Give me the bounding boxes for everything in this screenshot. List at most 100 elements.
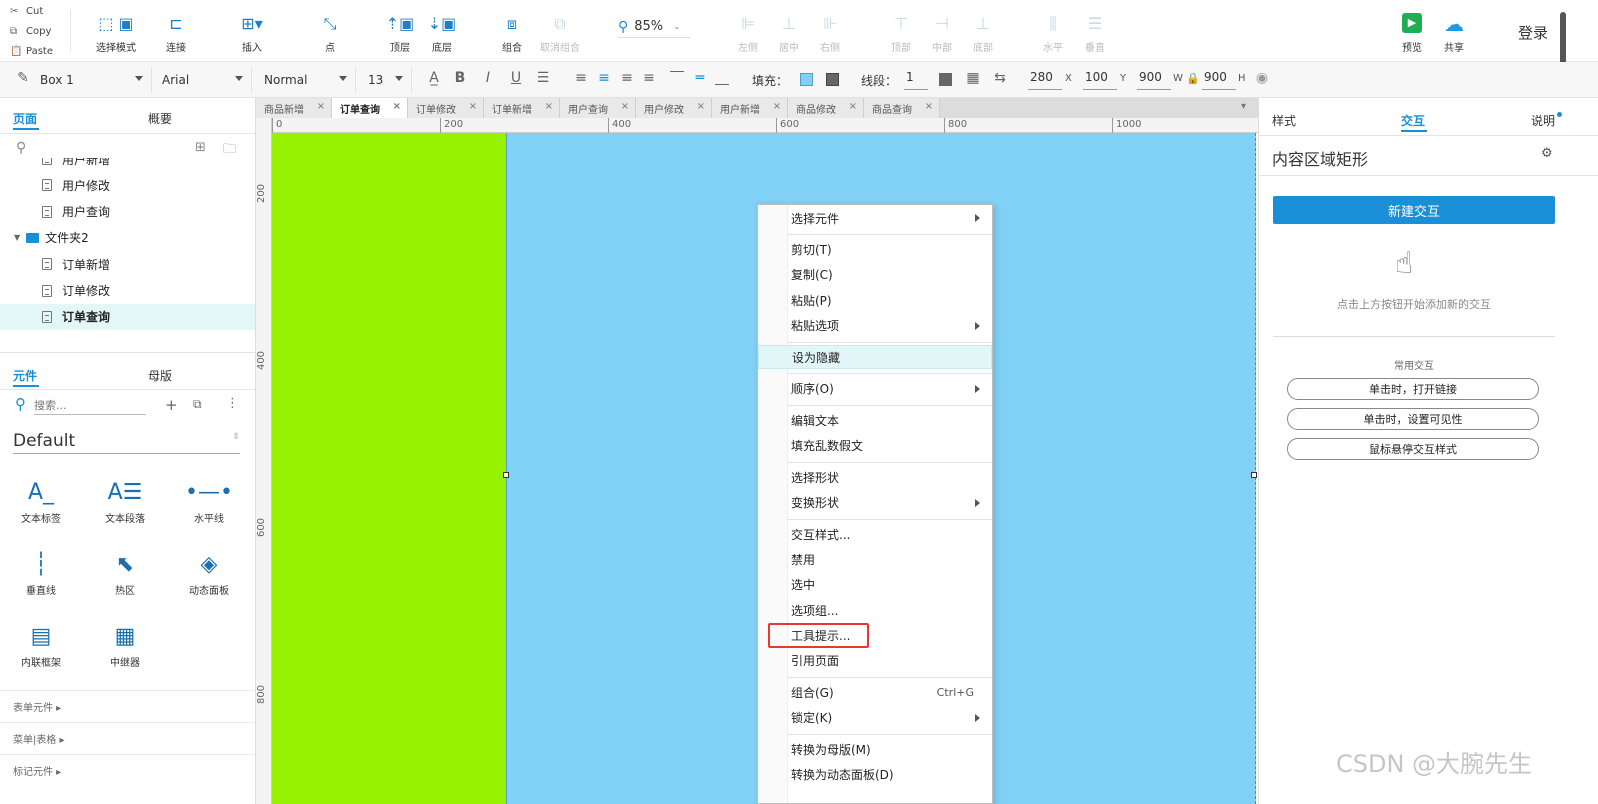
close-icon[interactable]: × bbox=[697, 101, 705, 112]
tab-pages[interactable]: 页面 bbox=[13, 110, 37, 127]
bold-icon[interactable]: B bbox=[451, 70, 469, 86]
width-input[interactable]: 900 bbox=[1137, 70, 1171, 90]
arrow-style-icon[interactable]: ⇆ bbox=[991, 70, 1009, 86]
widget-item[interactable]: A☰ 文本段落 bbox=[90, 476, 160, 536]
search-icon[interactable]: ⚲ bbox=[16, 140, 26, 156]
line-pattern-icon[interactable]: ▦ bbox=[964, 70, 982, 86]
valign-middle-icon[interactable]: ═ bbox=[691, 70, 709, 86]
insert-button[interactable]: ⊞▾ 插入 bbox=[224, 4, 280, 60]
copy-button[interactable]: ⧉ Copy bbox=[0, 21, 70, 41]
cut-button[interactable]: ✂ Cut bbox=[0, 1, 70, 21]
document-tab[interactable]: 商品查询 × bbox=[864, 98, 940, 118]
tab-widgets[interactable]: 元件 bbox=[13, 367, 37, 384]
font-size-select[interactable]: 13 bbox=[362, 68, 412, 92]
bullet-list-icon[interactable]: ☰ bbox=[534, 70, 552, 86]
fill-color-swatch[interactable] bbox=[800, 73, 813, 86]
font-family-select[interactable]: Arial bbox=[156, 68, 252, 92]
widget-item[interactable]: ⬉ 热区 bbox=[90, 548, 160, 608]
widget-name-field[interactable]: Box 1 bbox=[34, 68, 152, 92]
add-library-icon[interactable]: + bbox=[165, 396, 178, 414]
tab-outline[interactable]: 概要 bbox=[148, 110, 172, 127]
context-menu-item[interactable]: 编辑文本 bbox=[758, 408, 992, 432]
document-tab[interactable]: 商品新增 × bbox=[256, 98, 332, 118]
context-menu-item[interactable]: 交互样式... bbox=[758, 522, 992, 546]
align-text-left-icon[interactable]: ≡ bbox=[572, 70, 590, 86]
lock-icon[interactable]: 🔒 bbox=[1186, 72, 1200, 85]
valign-top-icon[interactable]: ⎺ bbox=[668, 70, 686, 86]
widget-item[interactable]: •—• 水平线 bbox=[174, 476, 244, 536]
share-button[interactable]: ☁ 共享 bbox=[1426, 4, 1482, 60]
close-icon[interactable]: × bbox=[545, 101, 553, 112]
common-interaction-button[interactable]: 单击时，打开链接 bbox=[1287, 378, 1539, 400]
align-right-button[interactable]: ⊪ 右侧 bbox=[802, 4, 858, 60]
justify-text-icon[interactable]: ≡ bbox=[640, 70, 658, 86]
line-color-swatch[interactable] bbox=[939, 73, 952, 86]
document-tab[interactable]: 订单新增 × bbox=[484, 98, 560, 118]
shadow-swatch[interactable] bbox=[826, 73, 839, 86]
more-options-icon[interactable]: ⋮ bbox=[226, 396, 239, 411]
close-icon[interactable]: × bbox=[925, 101, 933, 112]
document-tab[interactable]: 用户修改 × bbox=[636, 98, 712, 118]
close-icon[interactable]: × bbox=[317, 101, 325, 112]
line-width-input[interactable]: 1 bbox=[904, 70, 928, 90]
context-menu-item[interactable]: 转换为动态面板(D) bbox=[758, 762, 992, 786]
zoom-select[interactable]: ⚲ 85% ⌄ bbox=[618, 16, 690, 38]
tabs-overflow-icon[interactable]: ▾ bbox=[1241, 101, 1246, 112]
add-page-icon[interactable]: ⊞ bbox=[195, 140, 206, 155]
library-select[interactable]: Default ⇳ bbox=[13, 428, 240, 454]
context-menu-item[interactable]: 填充乱数假文 bbox=[758, 434, 992, 458]
align-text-right-icon[interactable]: ≡ bbox=[618, 70, 636, 86]
settings-sliders-icon[interactable]: ⚙ bbox=[1541, 146, 1553, 161]
document-tab[interactable]: 商品修改 × bbox=[788, 98, 864, 118]
resize-handle[interactable] bbox=[1251, 472, 1257, 478]
context-menu-item[interactable]: 选项组... bbox=[758, 598, 992, 622]
ungroup-button[interactable]: ⧉ 取消组合 bbox=[532, 4, 588, 60]
green-sidebar-rectangle[interactable] bbox=[272, 133, 506, 804]
tree-item[interactable]: 用户新增 bbox=[0, 158, 255, 172]
close-icon[interactable]: × bbox=[393, 101, 401, 112]
widget-item[interactable]: ▤ 内联框架 bbox=[6, 620, 76, 680]
tree-item[interactable]: 订单修改 bbox=[0, 278, 255, 304]
y-input[interactable]: 100 bbox=[1083, 70, 1117, 90]
document-tab[interactable]: 用户查询 × bbox=[560, 98, 636, 118]
login-link[interactable]: 登录 bbox=[1518, 22, 1548, 43]
context-menu-item[interactable]: 粘贴选项 bbox=[758, 314, 992, 338]
context-menu-item[interactable]: 转换为母版(M) bbox=[758, 737, 992, 761]
tree-item[interactable]: 订单查询 bbox=[0, 303, 255, 330]
document-tab[interactable]: 用户新增 × bbox=[712, 98, 788, 118]
align-bottom-button[interactable]: ⊥ 底部 bbox=[955, 4, 1011, 60]
context-menu-item[interactable]: 引用页面 bbox=[758, 649, 992, 673]
tab-notes[interactable]: 说明 bbox=[1531, 112, 1555, 129]
tree-item[interactable]: ▼ 文件夹2 bbox=[0, 225, 255, 251]
height-input[interactable]: 900 bbox=[1202, 70, 1236, 90]
align-text-center-icon[interactable]: ≡ bbox=[595, 70, 613, 86]
tab-style[interactable]: 样式 bbox=[1272, 112, 1296, 129]
connect-button[interactable]: ⊏ 连接 bbox=[148, 4, 204, 60]
element-name[interactable]: 内容区域矩形 bbox=[1272, 146, 1368, 170]
resize-handle[interactable] bbox=[503, 472, 509, 478]
font-color-icon[interactable]: A̲ bbox=[425, 70, 443, 86]
library-section[interactable]: 表单元件 ▸ bbox=[0, 690, 255, 722]
context-menu-item[interactable]: 剪切(T) bbox=[758, 238, 992, 262]
tree-item[interactable]: 订单新增 bbox=[0, 251, 255, 277]
valign-bottom-icon[interactable]: ⎽ bbox=[713, 70, 731, 86]
widget-item[interactable]: ┆ 垂直线 bbox=[6, 548, 76, 608]
send-to-back-button[interactable]: ⇣▣ 底层 bbox=[414, 4, 470, 60]
context-menu-item[interactable]: 组合(G) Ctrl+G bbox=[758, 680, 992, 704]
widget-search-input[interactable] bbox=[34, 397, 146, 415]
point-button[interactable]: ⤡ 点 bbox=[302, 4, 358, 60]
context-menu-item[interactable]: 粘贴(P) bbox=[758, 288, 992, 312]
library-stack-icon[interactable]: ⧉ bbox=[193, 397, 202, 412]
library-section[interactable]: 菜单|表格 ▸ bbox=[0, 722, 255, 754]
close-icon[interactable]: × bbox=[849, 101, 857, 112]
common-interaction-button[interactable]: 鼠标悬停交互样式 bbox=[1287, 438, 1539, 460]
x-input[interactable]: 280 bbox=[1028, 70, 1062, 90]
context-menu-item[interactable]: 选中 bbox=[758, 573, 992, 597]
context-menu-item[interactable]: 选择形状 bbox=[758, 465, 992, 489]
new-interaction-button[interactable]: 新建交互 bbox=[1273, 196, 1555, 224]
document-tab[interactable]: 订单查询 × bbox=[332, 98, 408, 118]
font-style-select[interactable]: Normal bbox=[258, 68, 356, 92]
select-mode-button[interactable]: ⬚ ▣ 选择模式 bbox=[82, 4, 150, 60]
context-menu-item[interactable]: 复制(C) bbox=[758, 263, 992, 287]
window-scrollbar[interactable] bbox=[1560, 12, 1566, 68]
